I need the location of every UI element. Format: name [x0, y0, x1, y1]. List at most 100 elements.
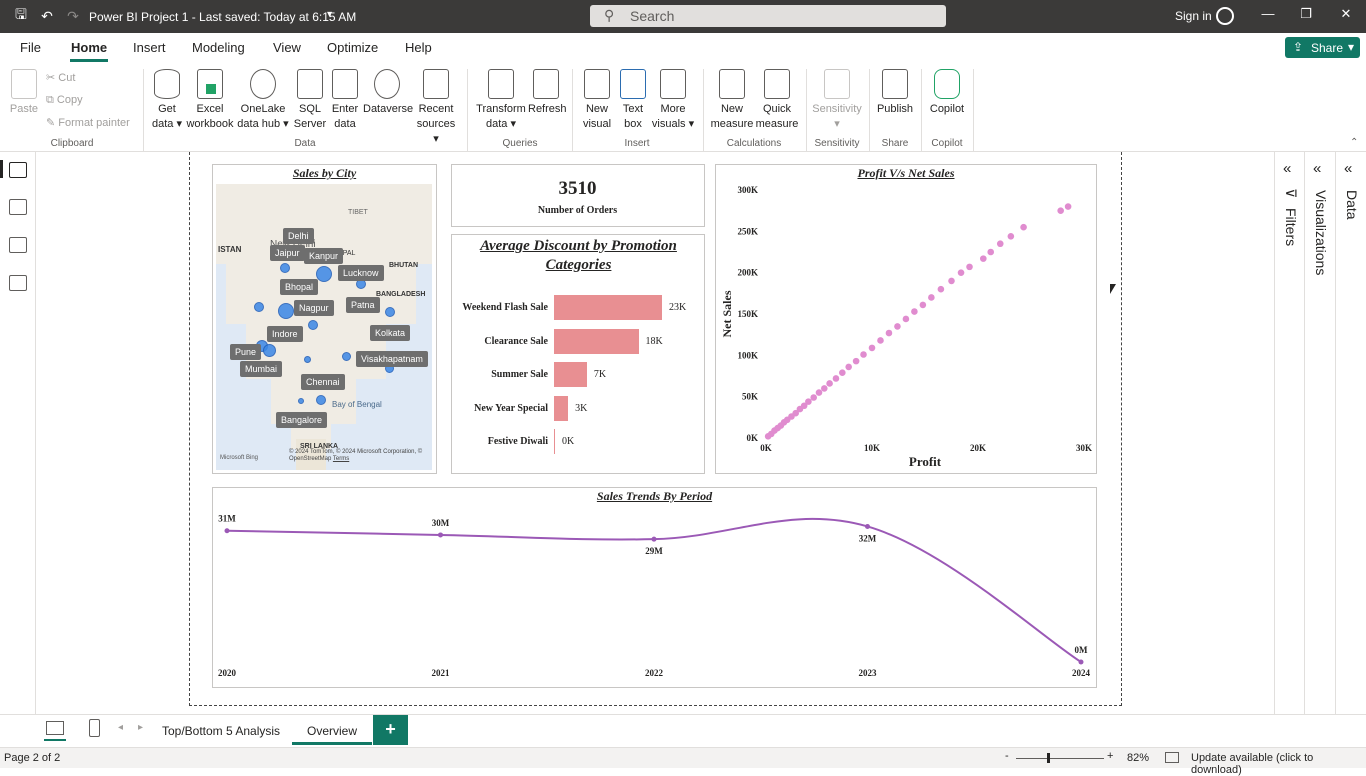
more-visuals-button[interactable]: More visuals ▾: [651, 69, 695, 132]
new-measure-button[interactable]: New measure: [710, 69, 754, 132]
close-button[interactable]: ✕: [1334, 6, 1358, 26]
tab-top-bottom-5-analysis[interactable]: Top/Bottom 5 Analysis: [152, 715, 290, 745]
city-bubble[interactable]: [385, 307, 395, 317]
sensitivity-label: Sensitivity: [812, 103, 862, 115]
bar-mark[interactable]: [554, 362, 587, 387]
copy-button[interactable]: ⧉ Copy: [46, 94, 83, 107]
city-bubble[interactable]: [316, 395, 326, 405]
add-page-button[interactable]: +: [373, 715, 408, 745]
text-box-button[interactable]: Text box: [618, 69, 648, 132]
minimize-button[interactable]: —: [1256, 6, 1280, 26]
next-page-icon[interactable]: ▸: [138, 722, 143, 733]
get-data-label-2: data: [152, 118, 174, 130]
filter-icon: ⊽: [1283, 188, 1299, 199]
map-terms-link[interactable]: Terms: [333, 456, 349, 462]
city-bubble[interactable]: [280, 263, 290, 273]
undo-icon[interactable]: ↶: [38, 7, 56, 25]
city-bubble[interactable]: [278, 303, 294, 319]
account-icon[interactable]: [1216, 7, 1234, 25]
collapse-ribbon-icon[interactable]: ⌃: [1350, 137, 1358, 148]
zoom-slider-track[interactable]: [1016, 758, 1104, 759]
expand-data-icon[interactable]: «: [1344, 160, 1352, 177]
menu-optimize[interactable]: Optimize: [327, 40, 378, 55]
bar-mark[interactable]: [554, 295, 662, 320]
zoom-out-icon[interactable]: -: [1005, 750, 1009, 762]
publish-button[interactable]: Publish: [876, 69, 914, 117]
expand-filters-icon[interactable]: «: [1283, 160, 1291, 177]
onelake-button[interactable]: OneLake data hub ▾: [237, 69, 289, 132]
scatter-point: [852, 357, 860, 365]
save-icon[interactable]: 🖫: [12, 6, 30, 25]
expand-visualizations-icon[interactable]: «: [1313, 160, 1321, 177]
redo-icon[interactable]: ↷: [64, 7, 82, 25]
prev-page-icon[interactable]: ◂: [118, 722, 123, 733]
excel-workbook-button[interactable]: Excel workbook: [186, 69, 234, 132]
city-bubble[interactable]: [254, 302, 264, 312]
city-bubble[interactable]: [308, 320, 318, 330]
scatter-point: [839, 369, 846, 376]
fit-to-page-icon[interactable]: [1165, 752, 1179, 763]
report-view-icon[interactable]: [9, 162, 27, 178]
scatter-point: [1020, 223, 1027, 231]
model-view-icon[interactable]: [9, 237, 27, 253]
desktop-layout-icon[interactable]: [46, 721, 64, 735]
scatter-point: [987, 248, 995, 256]
visualizations-pane[interactable]: « Visualizations: [1304, 152, 1335, 714]
bar-mark[interactable]: [554, 328, 639, 354]
x-tick-label: 2022: [645, 668, 664, 678]
menu-insert[interactable]: Insert: [133, 40, 166, 55]
copilot-button[interactable]: Copilot: [927, 69, 967, 117]
dax-query-view-icon[interactable]: [9, 275, 27, 291]
title-dropdown-icon[interactable]: ▾: [327, 9, 332, 20]
dataverse-button[interactable]: Dataverse: [363, 69, 413, 117]
menu-file[interactable]: File: [20, 40, 41, 55]
paste-button[interactable]: Paste: [8, 69, 40, 117]
city-label-mumbai: Mumbai: [240, 361, 283, 377]
zoom-in-icon[interactable]: +: [1107, 750, 1113, 762]
update-available-link[interactable]: Update available (click to download): [1191, 752, 1366, 776]
search-box[interactable]: ⚲ Search: [590, 5, 946, 27]
y-tick-label: 0K: [746, 433, 758, 443]
city-bubble[interactable]: [342, 352, 351, 361]
scatter-point: [948, 277, 955, 285]
quick-calculator-icon: [764, 69, 790, 99]
recent-sources-button[interactable]: Recent sources ▾: [413, 69, 459, 147]
bar-mark[interactable]: [554, 395, 569, 421]
restore-button[interactable]: ❐: [1294, 6, 1318, 26]
format-painter-button[interactable]: ✎ Format painter: [46, 116, 130, 129]
discount-title: Average Discount by Promotion Categories: [480, 238, 677, 273]
mobile-layout-icon[interactable]: [89, 719, 100, 737]
trend-line-chart[interactable]: 31M 2020 30M 2021 29M 2022 32M 2023 0M 2024: [212, 500, 1097, 686]
get-data-button[interactable]: Get data ▾: [150, 69, 184, 132]
menu-help[interactable]: Help: [405, 40, 432, 55]
menu-home[interactable]: Home: [71, 40, 107, 55]
share-button[interactable]: ⇪ Share ▾: [1285, 37, 1360, 58]
quick-measure-button[interactable]: Quick measure: [755, 69, 799, 132]
scatter-point: [810, 394, 817, 401]
bar-mark[interactable]: [554, 429, 555, 454]
sql-server-button[interactable]: SQL Server: [293, 69, 327, 132]
x-tick-label: 20K: [970, 443, 986, 453]
refresh-button[interactable]: Refresh: [528, 69, 567, 117]
city-bubble[interactable]: [298, 398, 304, 404]
filters-pane[interactable]: « ⊽ Filters: [1274, 152, 1305, 714]
transform-data-button[interactable]: Transform data ▾: [475, 69, 527, 132]
scatter-plot[interactable]: 0K 50K 100K 150K 200K 250K 300K 0K 10K 20K 30K Prof…: [715, 180, 1097, 472]
data-pane[interactable]: « Data: [1335, 152, 1366, 714]
enter-data-button[interactable]: Enter data: [330, 69, 360, 132]
sensitivity-button[interactable]: Sensitivity ▾: [810, 69, 864, 132]
map-label-bhutan: BHUTAN: [389, 262, 419, 269]
city-bubble[interactable]: [304, 356, 311, 363]
city-bubble[interactable]: [316, 266, 332, 282]
new-visual-button[interactable]: New visual: [581, 69, 613, 132]
table-view-icon[interactable]: [9, 199, 27, 215]
cut-button[interactable]: ✂ Cut: [46, 71, 75, 84]
zoom-slider-thumb[interactable]: [1047, 753, 1050, 763]
tab-overview[interactable]: Overview: [292, 715, 372, 745]
menu-modeling[interactable]: Modeling: [192, 40, 245, 55]
trend-point: [438, 532, 443, 538]
menu-view[interactable]: View: [273, 40, 301, 55]
sign-in-link[interactable]: Sign in: [1175, 9, 1212, 23]
city-bubble[interactable]: [263, 344, 276, 357]
trend-point: [1078, 659, 1084, 665]
